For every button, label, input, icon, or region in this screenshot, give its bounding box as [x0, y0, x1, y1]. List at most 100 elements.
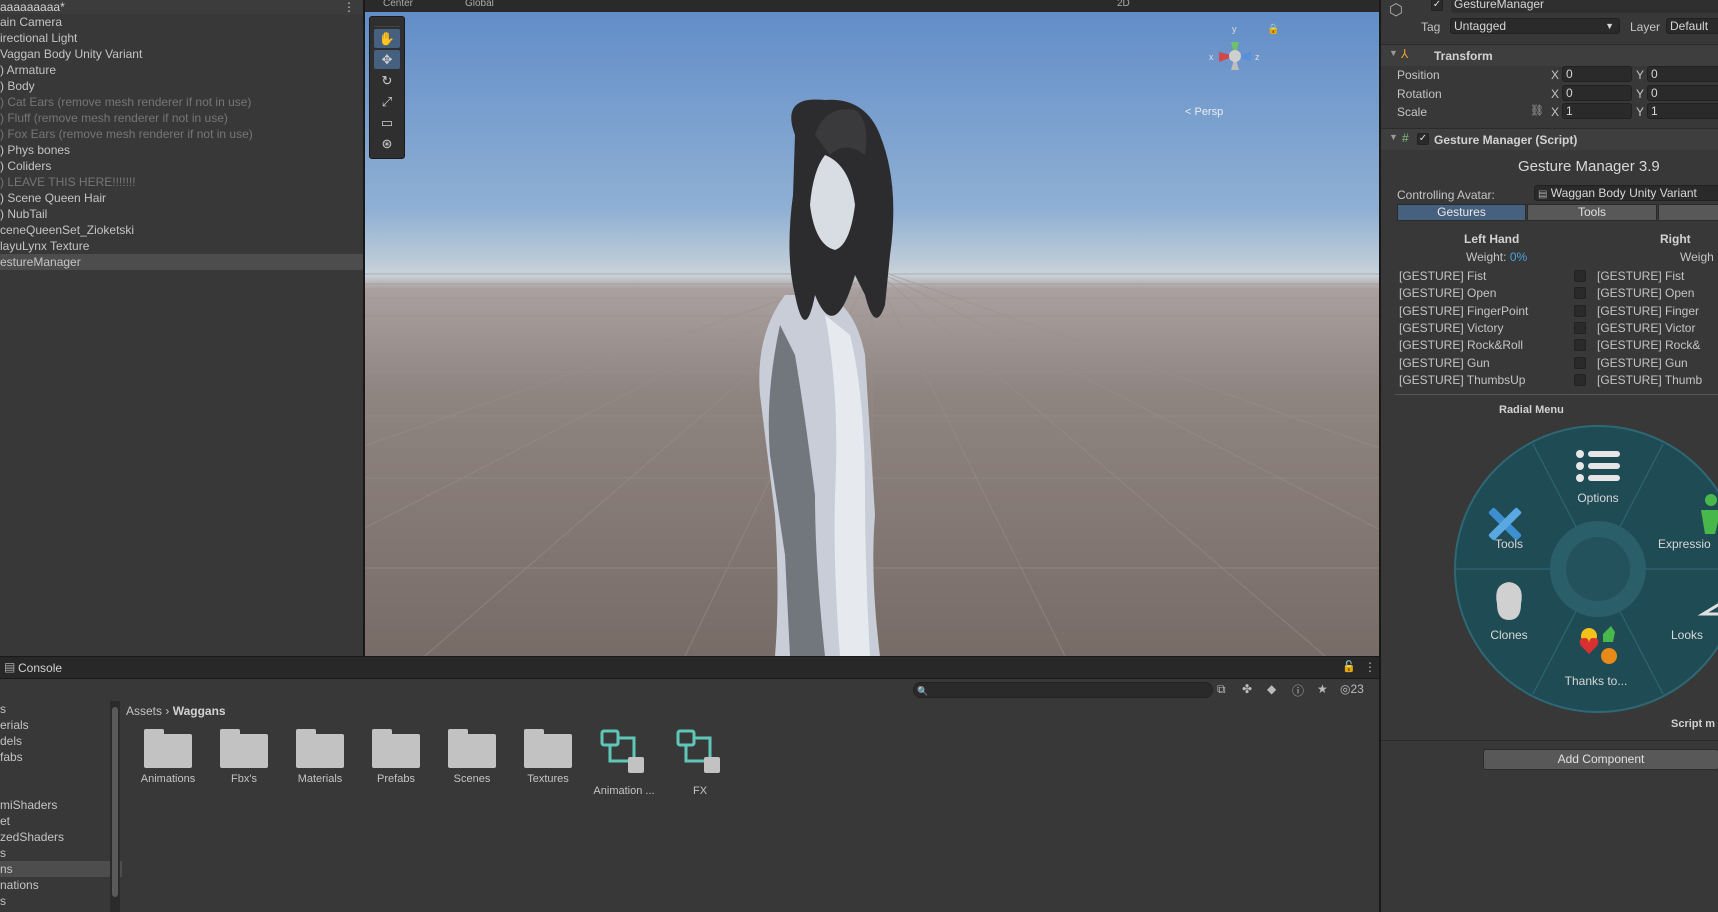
filter-icon[interactable]: ✤ [1242, 682, 1252, 696]
radial-expressions-label[interactable]: Expressio [1658, 537, 1718, 551]
project-tree-item[interactable]: fabs [0, 749, 122, 765]
right-gesture-option[interactable]: [GESTURE] Rock& [1597, 338, 1700, 352]
hand-tool-icon[interactable]: ✋ [374, 29, 400, 48]
tree-scrollbar[interactable] [110, 701, 120, 912]
hierarchy-item[interactable]: ain Camera [0, 14, 363, 30]
x-value-field[interactable]: 0 [1562, 66, 1632, 82]
project-tree-item[interactable]: et [0, 813, 122, 829]
asset-item[interactable]: FX [662, 727, 738, 797]
favorite-icon[interactable]: ★ [1317, 682, 1328, 696]
project-tree-item[interactable]: s [0, 701, 122, 717]
left-gesture-checkbox[interactable] [1574, 339, 1586, 352]
hierarchy-item[interactable]: ) Scene Queen Hair [0, 190, 363, 206]
lock-icon[interactable]: 🔓 [1342, 660, 1356, 673]
y-value-field[interactable]: 1 [1647, 103, 1718, 119]
x-value-field[interactable]: 1 [1562, 103, 1632, 119]
project-tree-item[interactable]: nations [0, 877, 122, 893]
orientation-gizmo[interactable]: y x z [1205, 20, 1265, 90]
radial-clones-label[interactable]: Clones [1479, 628, 1539, 642]
asset-item[interactable]: Scenes [434, 727, 510, 785]
right-gesture-option[interactable]: [GESTURE] Open [1597, 286, 1694, 300]
object-name-field[interactable]: GestureManager [1451, 0, 1718, 13]
hierarchy-item[interactable]: ) Cat Ears (remove mesh renderer if not … [0, 94, 363, 110]
global-button[interactable]: Global [465, 0, 494, 9]
transform-header[interactable]: ▼ ⅄ Transform [1381, 44, 1718, 66]
hidden-packages-count[interactable]: ◎23 [1340, 682, 1364, 696]
project-tree-item[interactable]: dels [0, 733, 122, 749]
right-gesture-option[interactable]: [GESTURE] Fist [1597, 269, 1684, 283]
tab-console[interactable]: Console [18, 661, 62, 675]
project-tree-item[interactable]: s [0, 845, 122, 861]
project-tree-item[interactable]: zedShaders [0, 829, 122, 845]
left-gesture-option[interactable]: [GESTURE] Rock&Roll [1399, 338, 1523, 352]
breadcrumb-assets[interactable]: Assets [126, 704, 162, 718]
scene-view[interactable]: Center Global 2D y x z < Persp 🔒 [365, 0, 1379, 656]
scale-tool-icon[interactable]: ⤢ [374, 92, 400, 111]
right-gesture-option[interactable]: [GESTURE] Gun [1597, 356, 1688, 370]
scene-header[interactable]: aaaaaaaaa* ⋮ [0, 0, 363, 14]
lock-icon[interactable]: 🔒 [1267, 24, 1279, 35]
hierarchy-item[interactable]: ) Fox Ears (remove mesh renderer if not … [0, 126, 363, 142]
radial-menu[interactable] [1453, 424, 1718, 714]
pivot-center-button[interactable]: Center [383, 0, 413, 9]
left-gesture-option[interactable]: [GESTURE] Gun [1399, 356, 1490, 370]
left-gesture-option[interactable]: [GESTURE] Victory [1399, 321, 1503, 335]
project-tree-item[interactable] [0, 765, 122, 781]
y-value-field[interactable]: 0 [1647, 66, 1718, 82]
hierarchy-item[interactable]: estureManager [0, 254, 363, 270]
project-tree-item[interactable]: ns [0, 861, 122, 877]
2d-toggle[interactable]: 2D [1117, 0, 1130, 9]
left-gesture-checkbox[interactable] [1574, 356, 1586, 369]
projection-label[interactable]: < Persp [1185, 106, 1223, 118]
left-gesture-option[interactable]: [GESTURE] FingerPoint [1399, 304, 1528, 318]
gesture-manager-header[interactable]: ▼ # ✓ Gesture Manager (Script) [1381, 128, 1718, 150]
tag-dropdown[interactable]: Untagged ▼ [1450, 18, 1620, 34]
move-tool-icon[interactable]: ✥ [374, 50, 400, 69]
left-gesture-option[interactable]: [GESTURE] Fist [1399, 269, 1486, 283]
warning-icon[interactable]: ⓘ [1292, 682, 1304, 699]
right-gesture-option[interactable]: [GESTURE] Victor [1597, 321, 1695, 335]
hierarchy-item[interactable]: ) Coliders [0, 158, 363, 174]
add-component-button[interactable]: Add Component [1483, 749, 1718, 770]
left-gesture-option[interactable]: [GESTURE] Open [1399, 286, 1496, 300]
asset-item[interactable]: Fbx's [206, 727, 282, 785]
asset-item[interactable]: Prefabs [358, 727, 434, 785]
foldout-arrow-icon[interactable]: ▼ [1389, 132, 1398, 142]
hierarchy-item[interactable]: ) NubTail [0, 206, 363, 222]
radial-options-label[interactable]: Options [1558, 491, 1638, 505]
hierarchy-item[interactable]: ) Phys bones [0, 142, 363, 158]
controlling-avatar-field[interactable]: ▤ Waggan Body Unity Variant [1534, 185, 1718, 201]
transform-tool-icon[interactable]: ⊛ [374, 134, 400, 153]
hierarchy-item[interactable]: ceneQueenSet_Zioketski [0, 222, 363, 238]
right-gesture-option[interactable]: [GESTURE] Thumb [1597, 373, 1702, 387]
project-tree-item[interactable] [0, 781, 122, 797]
label-icon[interactable]: ◆ [1267, 682, 1276, 696]
radial-thanks-label[interactable]: Thanks to... [1553, 674, 1639, 688]
tab-gestures[interactable]: Gestures [1397, 204, 1526, 221]
left-gesture-checkbox[interactable] [1574, 321, 1586, 334]
tab-more[interactable] [1658, 204, 1718, 221]
project-search-input[interactable]: 🔍 [913, 682, 1213, 698]
left-gesture-checkbox[interactable] [1574, 270, 1586, 282]
hierarchy-item[interactable]: ) Body [0, 78, 363, 94]
kebab-menu-icon[interactable]: ⋮ [1364, 660, 1376, 674]
avatar-model[interactable] [665, 95, 965, 656]
asset-item[interactable]: Animation ... [586, 727, 662, 797]
search-by-type-icon[interactable]: ⧉ [1217, 682, 1226, 697]
asset-item[interactable]: Animations [130, 727, 206, 785]
right-gesture-option[interactable]: [GESTURE] Finger [1597, 304, 1699, 318]
hierarchy-item[interactable]: ) Fluff (remove mesh renderer if not in … [0, 110, 363, 126]
hierarchy-item[interactable]: irectional Light [0, 30, 363, 46]
hierarchy-item[interactable]: ) LEAVE THIS HERE!!!!!!! [0, 174, 363, 190]
left-gesture-option[interactable]: [GESTURE] ThumbsUp [1399, 373, 1525, 387]
y-value-field[interactable]: 0 [1647, 85, 1718, 101]
asset-item[interactable]: Textures [510, 727, 586, 785]
asset-item[interactable]: Materials [282, 727, 358, 785]
x-value-field[interactable]: 0 [1562, 85, 1632, 101]
left-gesture-checkbox[interactable] [1574, 304, 1586, 317]
radial-tools-label[interactable]: Tools [1479, 537, 1539, 551]
kebab-menu-icon[interactable]: ⋮ [343, 0, 355, 14]
layer-dropdown[interactable]: Default [1666, 18, 1718, 34]
rect-tool-icon[interactable]: ▭ [374, 113, 400, 132]
palette-handle[interactable] [374, 17, 400, 27]
